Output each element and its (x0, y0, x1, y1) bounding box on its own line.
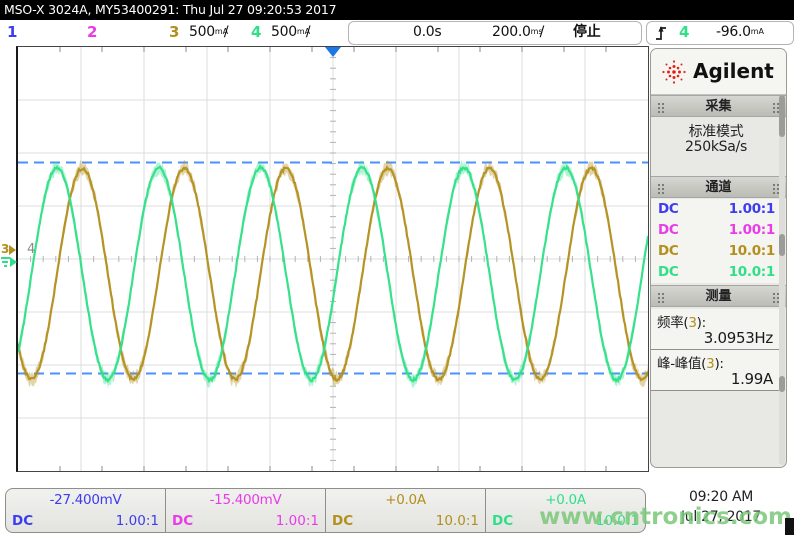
watermark-text: www.cntronics.com (539, 504, 792, 530)
sidebar-ch1-row[interactable]: DC1.00:1 (651, 199, 781, 220)
trigger-source[interactable]: 4 (679, 22, 689, 43)
channel-section-header[interactable]: 通道 (651, 176, 786, 198)
ch3-coupling: DC (332, 513, 353, 529)
corner-block (785, 518, 794, 535)
brand-name: Agilent (693, 59, 774, 83)
measure-section-header[interactable]: 测量 (651, 285, 786, 307)
ch1-coupling: DC (12, 513, 33, 529)
waveform-svg (18, 47, 648, 471)
title-bar: MSO-X 3024A, MY53400291: Thu Jul 27 09:2… (0, 0, 794, 20)
sidebar-ch2-row[interactable]: DC1.00:1 (651, 220, 781, 241)
ch1-offset-value: -27.400mV (6, 492, 165, 508)
ch4-center-label: 4 (27, 244, 35, 256)
ch3-ground-marker[interactable]: 3 (1, 243, 16, 255)
ch3-offset-value: +0.0A (326, 492, 485, 508)
grip-icon (658, 103, 660, 105)
ch2-offset-value: -15.400mV (166, 492, 325, 508)
ch4-vertical-scale[interactable]: 500mA/ (271, 22, 310, 43)
waveform-display (16, 46, 649, 472)
model-serial-datetime: MSO-X 3024A, MY53400291: Thu Jul 27 09:2… (4, 2, 336, 17)
grip-icon (773, 293, 775, 295)
brand-block: Agilent (651, 49, 786, 95)
status-ch2-label[interactable]: 2 (87, 22, 97, 43)
measure-frequency: 频率(3): 3.0953Hz 峰-峰值(3): 1.99A (651, 309, 781, 391)
sidebar-panel: Agilent 采集 标准模式 250kSa/s 通道 DC1.00:1 DC1… (650, 48, 787, 468)
status-ch3-label[interactable]: 3 (169, 22, 179, 43)
ch2-probe-ratio: 1.00:1 (276, 513, 319, 529)
ch3-vertical-scale[interactable]: 500mA/ (189, 22, 228, 43)
frequency-value: 3.0953Hz (704, 329, 773, 347)
sample-rate: 250kSa/s (651, 139, 781, 155)
run-state[interactable]: 停止 (573, 22, 600, 43)
status-ch4-label[interactable]: 4 (251, 22, 261, 43)
timebase-scale[interactable]: 200.0ms/ (492, 22, 544, 43)
trigger-edge-icon (653, 23, 669, 42)
ch4-ground-marker[interactable] (1, 255, 17, 267)
grip-icon (773, 103, 775, 105)
peak-to-peak-value: 1.99A (731, 370, 773, 388)
horizontal-delay[interactable]: 0.0s (413, 22, 441, 43)
trigger-level[interactable]: -96.0mA (716, 22, 760, 43)
measure-peak-to-peak: 峰-峰值(3): 1.99A (651, 350, 781, 391)
ch2-coupling: DC (172, 513, 193, 529)
status-bar: 1 2 3 500mA/ 4 500mA/ 0.0s 200.0ms/ 停止 4… (0, 20, 794, 46)
ground-icon (1, 257, 10, 267)
sidebar-scrollbar[interactable] (779, 95, 785, 465)
oscilloscope-screen: MSO-X 3024A, MY53400291: Thu Jul 27 09:2… (0, 0, 794, 535)
sidebar-ch4-row[interactable]: DC10.0:1 (651, 262, 781, 283)
ch1-info-box[interactable]: -27.400mV DC 1.00:1 (5, 488, 166, 533)
ch4-coupling: DC (492, 513, 513, 529)
current-time: 09:20 AM (648, 489, 794, 505)
status-ch1-label[interactable]: 1 (7, 22, 17, 43)
grip-icon (658, 184, 660, 186)
grip-icon (773, 184, 775, 186)
acquire-section-header[interactable]: 采集 (651, 95, 786, 117)
ch3-probe-ratio: 10.0:1 (436, 513, 479, 529)
acquire-mode: 标准模式 (651, 121, 781, 141)
agilent-logo-icon (659, 57, 689, 87)
ch2-info-box[interactable]: -15.400mV DC 1.00:1 (166, 488, 326, 533)
sidebar-ch3-row[interactable]: DC10.0:1 (651, 241, 781, 262)
ch1-probe-ratio: 1.00:1 (116, 513, 159, 529)
ch3-info-box[interactable]: +0.0A DC 10.0:1 (326, 488, 486, 533)
grip-icon (658, 293, 660, 295)
